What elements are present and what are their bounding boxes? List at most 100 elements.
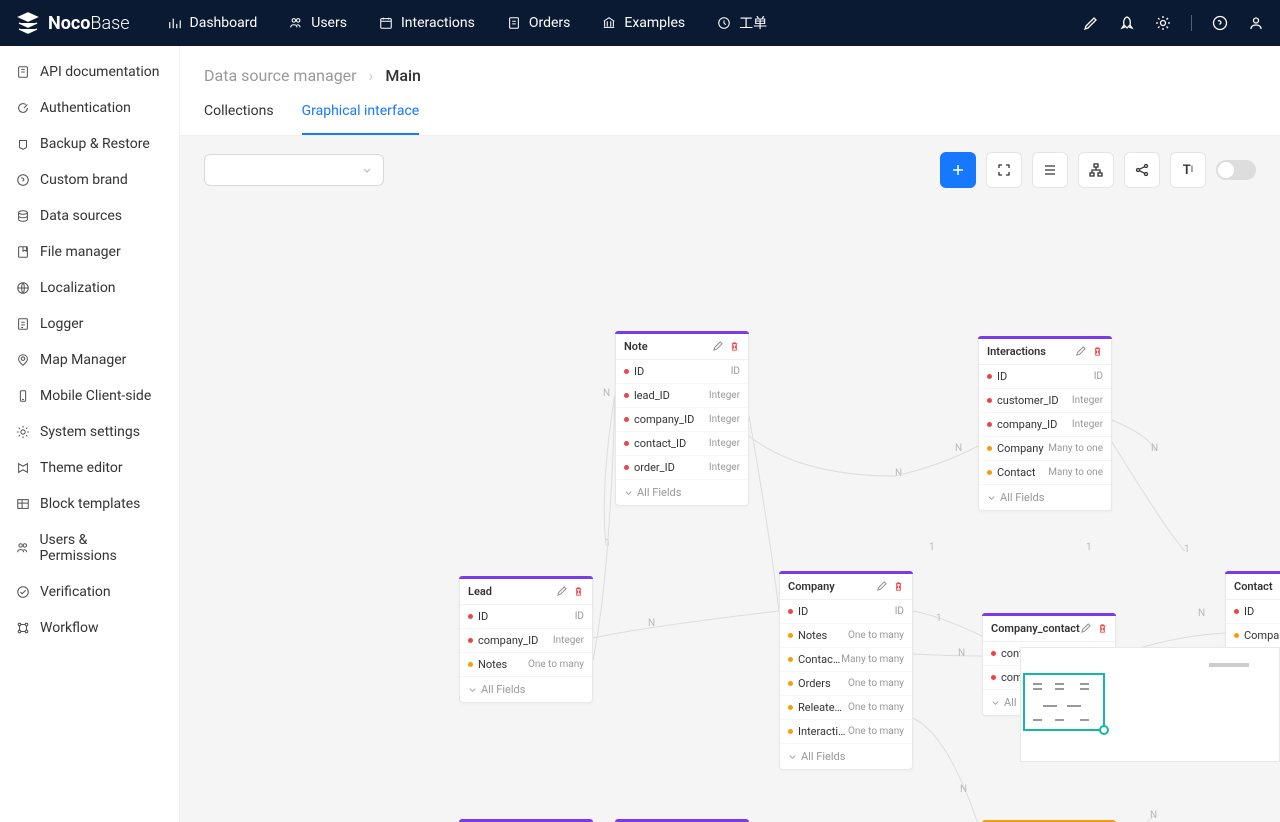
field-row[interactable]: Orders One to many — [780, 672, 912, 696]
field-dot — [624, 417, 629, 422]
field-row[interactable]: company_ID Integer — [979, 413, 1111, 437]
nav-item-users[interactable]: Users — [275, 5, 361, 41]
chevron-down-icon — [361, 164, 373, 176]
calendar-icon — [379, 16, 393, 30]
breadcrumb-parent[interactable]: Data source manager — [204, 66, 357, 85]
table-node-note[interactable]: Note ID ID lead_ID Integer company_ID In… — [615, 331, 749, 506]
field-row[interactable]: ID ID — [1226, 600, 1280, 624]
canvas[interactable]: TI 1 N N N N 1 N N — [180, 136, 1280, 822]
edit-icon[interactable] — [556, 586, 567, 597]
rocket-icon[interactable] — [1119, 15, 1135, 31]
nav-item-工单[interactable]: 工单 — [703, 5, 781, 41]
sidebar-item-logger[interactable]: Logger — [0, 306, 179, 342]
edit-icon[interactable] — [1080, 623, 1091, 634]
field-row[interactable]: ID ID — [780, 600, 912, 624]
field-row[interactable]: Company Many to one — [979, 437, 1111, 461]
nav-item-interactions[interactable]: Interactions — [365, 5, 489, 41]
sidebar-item-data-sources[interactable]: Data sources — [0, 198, 179, 234]
field-row[interactable]: Contact Many to one — [979, 461, 1111, 485]
sidebar-item-api-documentation[interactable]: API documentation — [0, 54, 179, 90]
field-type: Many to one — [1048, 443, 1103, 454]
delete-icon[interactable] — [1097, 623, 1108, 634]
hierarchy-button[interactable] — [1078, 152, 1114, 188]
sidebar-item-localization[interactable]: Localization — [0, 270, 179, 306]
field-row[interactable]: Interactions One to many — [780, 720, 912, 744]
field-dot — [624, 465, 629, 470]
field-row[interactable]: contact_ID Integer — [616, 432, 748, 456]
sidebar-item-system-settings[interactable]: System settings — [0, 414, 179, 450]
field-row[interactable]: ID ID — [616, 360, 748, 384]
fullscreen-button[interactable] — [986, 152, 1022, 188]
sidebar-item-verification[interactable]: Verification — [0, 574, 179, 610]
nav-item-orders[interactable]: Orders — [493, 5, 585, 41]
logo[interactable]: NocoBase — [16, 11, 130, 35]
text-button[interactable]: TI — [1170, 152, 1206, 188]
all-fields-toggle[interactable]: All Fields — [616, 480, 748, 505]
field-type: Many to many — [841, 654, 904, 665]
help-icon[interactable] — [1212, 15, 1228, 31]
sidebar-label: System settings — [40, 424, 140, 440]
svg-text:N: N — [960, 784, 967, 795]
table-node-company[interactable]: Company ID ID Notes One to many Contacts… — [779, 571, 913, 770]
sidebar-item-file-manager[interactable]: File manager — [0, 234, 179, 270]
sidebar-item-custom-brand[interactable]: Custom brand — [0, 162, 179, 198]
edit-icon[interactable] — [712, 341, 723, 352]
delete-icon[interactable] — [573, 586, 584, 597]
all-fields-toggle[interactable]: All Fields — [780, 744, 912, 769]
field-row[interactable]: Notes One to many — [460, 653, 592, 677]
field-name: ID — [478, 610, 575, 623]
sidebar-icon — [16, 389, 30, 403]
field-row[interactable]: customer_ID Integer — [979, 389, 1111, 413]
field-name: Notes — [798, 629, 848, 642]
tab-graphical-interface[interactable]: Graphical interface — [302, 103, 420, 135]
add-button[interactable] — [940, 152, 976, 188]
delete-icon[interactable] — [1092, 346, 1103, 357]
edit-icon[interactable] — [876, 581, 887, 592]
sidebar-item-authentication[interactable]: Authentication — [0, 90, 179, 126]
toggle-switch[interactable] — [1216, 160, 1256, 180]
field-type: ID — [575, 611, 584, 622]
sidebar-icon — [16, 353, 30, 367]
field-row[interactable]: order_ID Integer — [616, 456, 748, 480]
sidebar-item-theme-editor[interactable]: Theme editor — [0, 450, 179, 486]
share-button[interactable] — [1124, 152, 1160, 188]
list-button[interactable] — [1032, 152, 1068, 188]
sidebar-item-block-templates[interactable]: Block templates — [0, 486, 179, 522]
delete-icon[interactable] — [893, 581, 904, 592]
field-row[interactable]: Contacts Many to many — [780, 648, 912, 672]
all-fields-toggle[interactable]: All Fields — [979, 485, 1111, 510]
settings-icon[interactable] — [1155, 15, 1171, 31]
field-row[interactable]: Notes One to many — [780, 624, 912, 648]
edit-icon[interactable] — [1075, 346, 1086, 357]
node-title: Interactions — [987, 345, 1046, 358]
tab-collections[interactable]: Collections — [204, 103, 274, 135]
nav-item-examples[interactable]: Examples — [588, 5, 699, 41]
svg-text:N: N — [958, 648, 965, 659]
sidebar-item-workflow[interactable]: Workflow — [0, 610, 179, 646]
table-node-lead[interactable]: Lead ID ID company_ID Integer Notes One … — [459, 576, 593, 703]
field-row[interactable]: company_ID Integer — [460, 629, 592, 653]
field-type: Integer — [709, 438, 740, 449]
field-row[interactable]: company_ID Integer — [616, 408, 748, 432]
chevron-down-icon — [987, 493, 996, 502]
field-row[interactable]: lead_ID Integer — [616, 384, 748, 408]
field-row[interactable]: Releated leads One to many — [780, 696, 912, 720]
field-type: ID — [1094, 371, 1103, 382]
sidebar-icon — [16, 425, 30, 439]
minimap[interactable] — [1020, 647, 1280, 762]
sidebar-item-map-manager[interactable]: Map Manager — [0, 342, 179, 378]
field-row[interactable]: ID ID — [460, 605, 592, 629]
all-fields-toggle[interactable]: All Fields — [460, 677, 592, 702]
nav-item-dashboard[interactable]: Dashboard — [154, 5, 272, 41]
highlighter-icon[interactable] — [1083, 15, 1099, 31]
field-dot — [468, 614, 473, 619]
sidebar-item-mobile-client-side[interactable]: Mobile Client-side — [0, 378, 179, 414]
field-row[interactable]: Company Many to many — [1226, 624, 1280, 648]
delete-icon[interactable] — [729, 341, 740, 352]
field-row[interactable]: ID ID — [979, 365, 1111, 389]
table-node-interactions[interactable]: Interactions ID ID customer_ID Integer c… — [978, 336, 1112, 511]
user-icon[interactable] — [1248, 15, 1264, 31]
sidebar-item-backup-restore[interactable]: Backup & Restore — [0, 126, 179, 162]
sidebar-item-users-permissions[interactable]: Users & Permissions — [0, 522, 179, 574]
filter-select[interactable] — [204, 154, 384, 186]
